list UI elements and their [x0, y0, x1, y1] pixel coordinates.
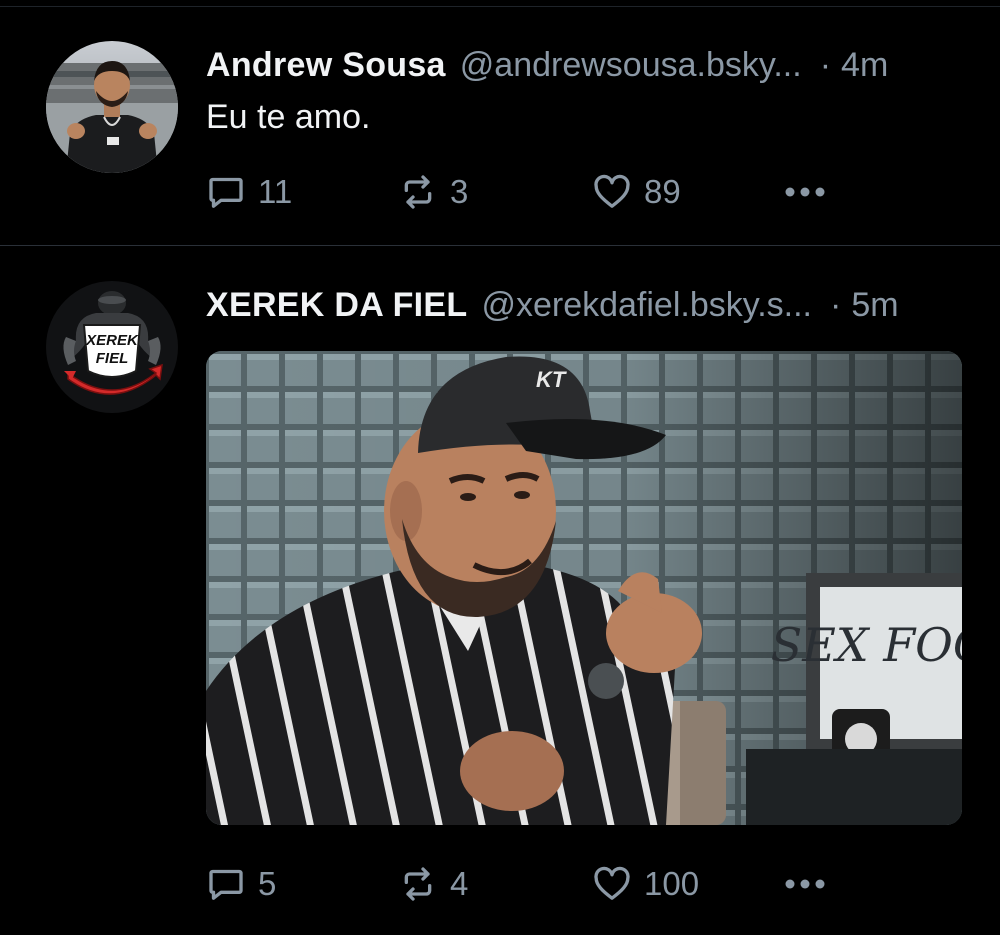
post-header: Andrew Sousa @andrewsousa.bsky... · 4m: [206, 43, 960, 87]
repost-count: 4: [450, 865, 469, 902]
post-content: Andrew Sousa @andrewsousa.bsky... · 4m E…: [206, 43, 960, 210]
post-header: XEREK DA FIEL @xerekdafiel.bsky.s... · 5…: [206, 283, 960, 327]
reply-icon: [209, 869, 243, 900]
heart-icon: [594, 174, 630, 208]
like-count: 89: [644, 173, 681, 210]
author-display-name[interactable]: XEREK DA FIEL: [206, 283, 467, 327]
reply-count: 5: [258, 865, 277, 902]
reply-icon: [209, 177, 243, 208]
post-xerek-da-fiel[interactable]: XEREK FIEL XEREK DA FIEL @xerekdafiel.bs…: [0, 246, 1000, 935]
avatar-andrew-sousa[interactable]: [46, 41, 178, 173]
reply-button[interactable]: 5: [206, 861, 276, 907]
post-timestamp[interactable]: 5m: [851, 283, 898, 327]
repost-count: 3: [450, 173, 469, 210]
sign-text: SEX FOOT: [771, 618, 962, 672]
repost-button[interactable]: 3: [398, 169, 468, 215]
person-avatar-icon: [46, 41, 178, 173]
post-media-gif[interactable]: SEX FOOT: [206, 351, 962, 825]
more-options-button[interactable]: [780, 169, 830, 215]
post-timestamp[interactable]: 4m: [841, 43, 888, 87]
header-separator: ·: [830, 286, 842, 324]
author-handle[interactable]: @xerekdafiel.bsky.s...: [481, 283, 812, 327]
cap-logo-text: KT: [536, 367, 567, 392]
post-actions: 11 3 89: [206, 169, 960, 215]
post-actions: 5 4 100: [206, 861, 960, 907]
avatar-xerek-da-fiel[interactable]: XEREK FIEL: [46, 281, 178, 413]
repost-icon: [404, 867, 432, 901]
logo-text-xerek: XEREK: [85, 332, 139, 349]
more-options-icon: [785, 187, 825, 197]
xerek-da-fiel-logo-icon: XEREK FIEL: [46, 281, 178, 413]
heart-icon: [594, 866, 630, 900]
reply-count: 11: [258, 173, 293, 210]
like-button[interactable]: 89: [592, 169, 681, 215]
author-handle[interactable]: @andrewsousa.bsky...: [460, 43, 802, 87]
post-andrew-sousa[interactable]: Andrew Sousa @andrewsousa.bsky... · 4m E…: [0, 7, 1000, 246]
like-count: 100: [644, 865, 700, 902]
post-content: XEREK DA FIEL @xerekdafiel.bsky.s... · 5…: [206, 283, 962, 902]
author-display-name[interactable]: Andrew Sousa: [206, 43, 446, 87]
more-options-icon: [785, 879, 825, 889]
like-button[interactable]: 100: [592, 861, 699, 907]
header-separator: ·: [819, 46, 832, 84]
gif-image: SEX FOOT: [206, 351, 962, 825]
repost-icon: [404, 175, 432, 209]
more-options-button[interactable]: [780, 861, 830, 907]
reply-button[interactable]: 11: [206, 169, 292, 215]
logo-text-fiel: FIEL: [96, 350, 129, 367]
post-text: Eu te amo.: [206, 98, 371, 136]
repost-button[interactable]: 4: [398, 861, 468, 907]
